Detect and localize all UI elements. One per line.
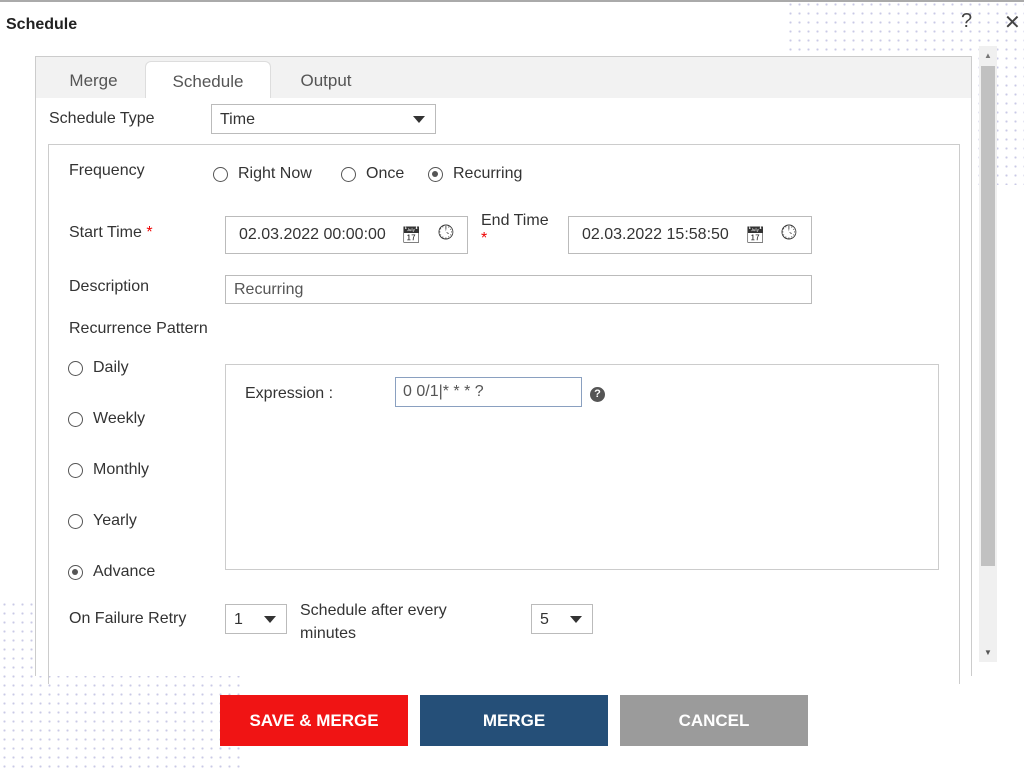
radio-label: Recurring [453,165,523,182]
scrollbar[interactable]: ▲ ▼ [979,46,997,662]
scroll-down-icon[interactable]: ▼ [984,648,992,657]
radio-weekly[interactable]: Weekly [68,410,145,428]
schedule-after-select[interactable]: 5 [531,604,593,634]
schedule-type-value: Time [220,111,255,128]
tab-merge[interactable]: Merge [56,61,131,98]
start-time-value: 02.03.2022 00:00:00 [239,226,386,243]
retry-label: On Failure Retry [69,610,187,627]
radio-label: Right Now [238,165,312,182]
cancel-button[interactable]: CANCEL [620,695,808,746]
tab-output[interactable]: Output [286,61,366,98]
recurrence-pattern-label: Recurrence Pattern [69,320,208,337]
radio-right-now[interactable]: Right Now [213,165,312,183]
retry-value: 1 [234,611,243,628]
chevron-down-icon [413,116,425,123]
help-icon[interactable]: ? [961,10,972,33]
radio-daily[interactable]: Daily [68,359,129,377]
expression-label: Expression : [245,385,334,402]
frequency-label: Frequency [69,162,145,179]
clock-icon[interactable]: 🕓︎ [781,222,797,245]
description-label: Description [69,278,150,295]
chevron-down-icon [264,616,276,623]
tab-schedule[interactable]: Schedule [145,61,271,98]
end-time-value: 02.03.2022 15:58:50 [582,226,729,243]
radio-monthly[interactable]: Monthly [68,461,149,479]
schedule-after-value: 5 [540,611,549,628]
radio-label: Weekly [93,410,146,427]
start-time-label: Start Time * [69,224,153,241]
schedule-type-select[interactable]: Time [211,104,436,134]
schedule-after-label: Schedule after every minutes [300,602,447,642]
scroll-up-icon[interactable]: ▲ [984,51,992,60]
description-value: Recurring [234,280,304,298]
close-icon[interactable]: ✕ [1004,10,1021,35]
radio-recurring[interactable]: Recurring [428,165,522,183]
expression-value: 0 0/1|* * * ? [403,383,484,400]
clock-icon[interactable]: 🕓︎ [438,222,454,245]
dialog-title: Schedule [6,16,78,33]
expression-input[interactable]: 0 0/1|* * * ? [395,377,582,407]
radio-label: Once [366,165,405,182]
calendar-icon[interactable]: 📅︎ [401,225,421,245]
radio-label: Advance [93,563,156,580]
top-border [0,0,1024,2]
end-time-input[interactable]: 02.03.2022 15:58:50 [568,216,812,254]
description-input[interactable]: Recurring [225,275,812,304]
help-icon[interactable]: ? [590,387,605,402]
radio-label: Monthly [93,461,150,478]
merge-button[interactable]: MERGE [420,695,608,746]
schedule-type-label: Schedule Type [49,110,155,127]
retry-select[interactable]: 1 [225,604,287,634]
start-time-input[interactable]: 02.03.2022 00:00:00 [225,216,468,254]
chevron-down-icon [570,616,582,623]
save-merge-button[interactable]: SAVE & MERGE [220,695,408,746]
radio-once[interactable]: Once [341,165,404,183]
end-time-label: End Time * [481,212,549,247]
scrollbar-thumb[interactable] [981,66,995,566]
calendar-icon[interactable]: 📅︎ [745,225,765,245]
radio-advance[interactable]: Advance [68,563,155,581]
radio-label: Yearly [93,512,137,529]
tab-bar: Merge Schedule Output [36,57,971,98]
radio-yearly[interactable]: Yearly [68,512,137,530]
radio-label: Daily [93,359,129,376]
